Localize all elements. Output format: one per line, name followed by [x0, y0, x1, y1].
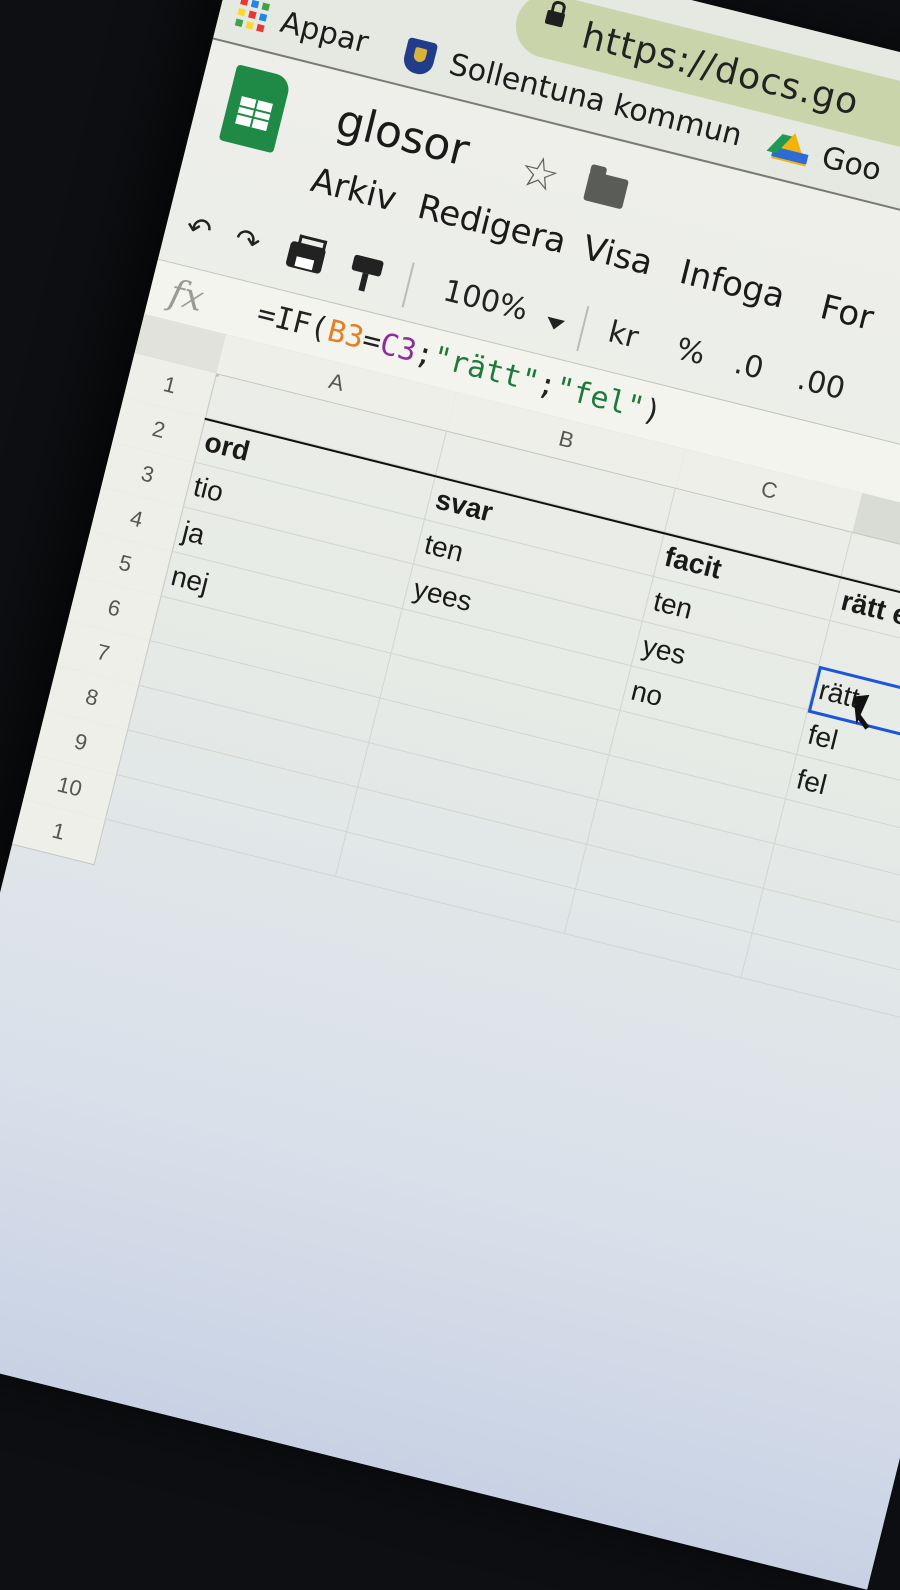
lock-icon [544, 9, 566, 28]
document-title[interactable]: glosor [331, 95, 474, 177]
zoom-select[interactable]: 100% [440, 273, 532, 328]
undo-icon[interactable]: ↶ [183, 209, 216, 249]
spreadsheet-grid: A B C 1 2 3 4 5 6 7 8 9 10 1 ord svar fa… [0, 314, 900, 1590]
home-button[interactable]: ⌂ [459, 0, 512, 6]
menu-visa[interactable]: Visa [579, 228, 657, 284]
increase-decimals-button[interactable]: .00 [794, 362, 849, 408]
formula-function: =IF( [253, 295, 333, 348]
decrease-decimals-button[interactable]: .0 [731, 346, 767, 387]
mouse-pointer-icon [853, 694, 873, 725]
apps-grid-icon[interactable] [234, 0, 271, 34]
menu-infoga[interactable]: Infoga [676, 252, 789, 317]
fx-icon: fx [165, 272, 208, 321]
chevron-down-icon[interactable] [544, 316, 566, 332]
bookmark-appar[interactable]: Appar [275, 0, 374, 68]
redo-icon[interactable]: ↷ [231, 221, 264, 261]
menu-format[interactable]: For [816, 287, 877, 339]
star-icon[interactable]: ☆ [514, 144, 565, 203]
google-sheets-logo-icon[interactable] [218, 64, 292, 154]
formula-string-false: "fel" [551, 370, 648, 427]
paint-format-icon[interactable] [351, 254, 385, 278]
print-icon[interactable] [285, 240, 327, 275]
currency-format-button[interactable]: kr [605, 314, 642, 355]
toolbar-divider [401, 262, 415, 308]
menu-arkiv[interactable]: Arkiv [307, 160, 401, 220]
google-drive-icon [770, 128, 813, 167]
municipal-shield-icon [400, 36, 439, 78]
monitor-screen: ← → ↻ ⌂ https://docs.go Appar Sollentuna… [0, 0, 900, 1590]
percent-format-button[interactable]: % [673, 331, 709, 372]
toolbar-divider [576, 305, 590, 352]
bookmark-google[interactable]: Goo [816, 133, 886, 196]
folder-icon[interactable] [582, 170, 630, 210]
